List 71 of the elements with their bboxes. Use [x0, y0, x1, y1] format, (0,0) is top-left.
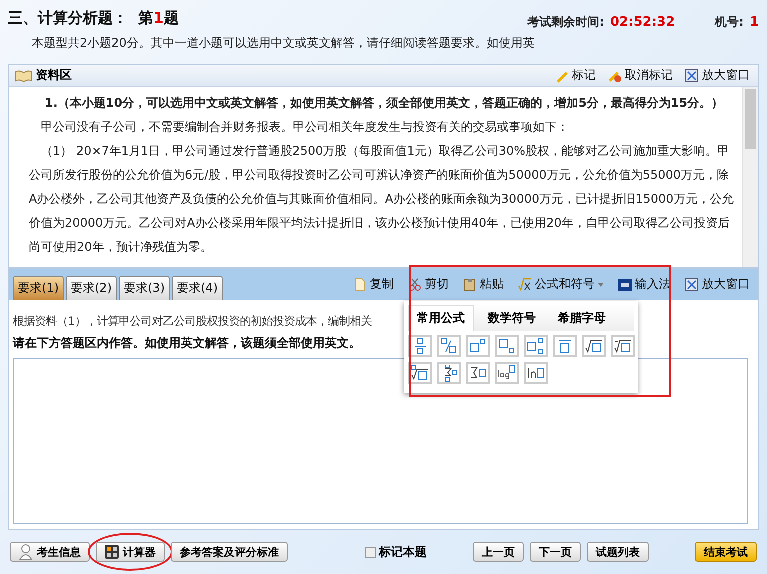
end-exam-button[interactable]: 结束考试	[695, 542, 757, 562]
scrollbar[interactable]	[742, 87, 758, 267]
book-icon	[15, 70, 33, 82]
keyboard-icon	[618, 278, 632, 292]
formula-button[interactable]	[408, 362, 432, 384]
footer-button[interactable]: 考生信息	[10, 542, 90, 562]
mark-checkbox[interactable]: 标记本题	[365, 544, 427, 560]
intro-text: 本题型共2小题20分。其中一道小题可以选用中文或英文解答，请仔细阅读答题要求。如使用英	[31, 35, 536, 52]
scissors-icon	[408, 278, 422, 292]
panel-title: 资料区	[15, 67, 72, 84]
toolbar-button[interactable]: 剪切	[406, 276, 451, 293]
nav-button[interactable]: 上一页	[473, 542, 524, 562]
formula-button[interactable]	[524, 335, 548, 357]
formula-button[interactable]	[553, 335, 577, 357]
formula-icon	[518, 278, 532, 292]
formula-button[interactable]	[466, 335, 490, 357]
formula-template-icon	[440, 338, 458, 354]
formula-button[interactable]	[408, 335, 432, 357]
formula-template-icon	[498, 364, 516, 382]
formula-template-icon	[585, 338, 603, 354]
caret-icon	[598, 282, 604, 286]
formula-tab[interactable]: 数学符号	[480, 305, 544, 331]
maximize-icon	[685, 278, 699, 292]
formula-template-icon	[498, 338, 516, 354]
question-heading: 1.（本小题10分，可以选用中文或英文解答，如使用英文解答，须全部使用英文，答题正确的，增加5分，最高得分为15分。）	[44, 95, 725, 112]
document-icon	[353, 278, 367, 292]
formula-template-icon	[469, 338, 487, 354]
requirement-tab[interactable]: 要求(4)	[172, 276, 223, 300]
toolbar-button[interactable]: 标记	[553, 67, 598, 84]
toolbar-button[interactable]: 放大窗口	[683, 276, 752, 293]
footer-button[interactable]: 计算器	[96, 542, 165, 562]
formula-button[interactable]	[495, 362, 519, 384]
formula-button[interactable]	[524, 362, 548, 384]
requirement-tab[interactable]: 要求(2)	[66, 276, 117, 300]
toolbar-button[interactable]: 复制	[351, 276, 396, 293]
formula-template-icon	[469, 364, 487, 382]
section-title: 三、计算分析题： 第1题	[8, 9, 179, 28]
toolbar-button[interactable]: 放大窗口	[683, 67, 752, 84]
instruction-text: 请在下方答题区内作答。如使用英文解答，该题须全部使用英文。	[13, 335, 361, 352]
requirement-tab[interactable]: 要求(1)	[13, 276, 64, 300]
material-paragraph: 甲公司没有子公司，不需要编制合并财务报表。甲公司相关年度发生与投资有关的交易或事项如下：	[40, 119, 570, 136]
seat-value: 1	[750, 15, 759, 30]
formula-button[interactable]	[495, 335, 519, 357]
clipboard-icon	[463, 278, 477, 292]
material-paragraph: （1） 20×7年1月1日，甲公司通过发行普通股2500万股（每股面值1元）取得乙公司30%股权，能够对乙公司施加重大影响。甲公司所发行股份的公允价值为6元/股，甲公司取得投资时乙公司可辨认净资产的账面价值为50000万元，公允价值为55000万元，除A办公楼外，乙公司其他资产及负债的公允价值与其账面价值相同。A办公楼的账面余额为30000万元，已计提折旧15000万元，公允价值为20000万元。乙公司对A办公楼采用年限平均法计提折旧，该办公楼预计使用40年，已使用20年，自甲公司取得乙公司投资后尚可使用20年，预计净残值为零。	[29, 143, 734, 256]
nav-button[interactable]: 下一页	[530, 542, 581, 562]
formula-button[interactable]	[466, 362, 490, 384]
footer-button[interactable]: 参考答案及评分标准	[171, 542, 288, 562]
timer-value: 02:52:32	[610, 15, 676, 30]
seat-label: 机号:	[715, 14, 744, 31]
formula-template-icon	[527, 338, 545, 354]
answer-field[interactable]	[13, 358, 748, 524]
formula-tab[interactable]: 希腊字母	[550, 305, 614, 331]
requirement-tab[interactable]: 要求(3)	[119, 276, 170, 300]
toolbar-button[interactable]: 粘贴	[461, 276, 506, 293]
toolbar-button[interactable]: 取消标记	[606, 67, 675, 84]
requirement-text: 根据资料（1），计算甲公司对乙公司股权投资的初始投资成本，编制相关	[13, 314, 372, 329]
formula-button[interactable]	[582, 335, 606, 357]
timer-label: 考试剩余时间:	[528, 14, 604, 31]
maximize-icon	[685, 68, 699, 82]
formula-template-icon	[556, 338, 574, 354]
formula-template-icon	[411, 364, 429, 382]
formula-tab[interactable]: 常用公式	[408, 305, 474, 331]
person-icon	[19, 544, 33, 560]
toolbar-button[interactable]: 公式和符号	[516, 276, 606, 293]
formula-button[interactable]	[437, 362, 461, 384]
nav-button[interactable]: 试题列表	[587, 542, 649, 562]
formula-button[interactable]	[611, 335, 635, 357]
calculator-icon	[105, 545, 119, 559]
formula-button[interactable]	[437, 335, 461, 357]
formula-template-icon	[614, 338, 632, 354]
